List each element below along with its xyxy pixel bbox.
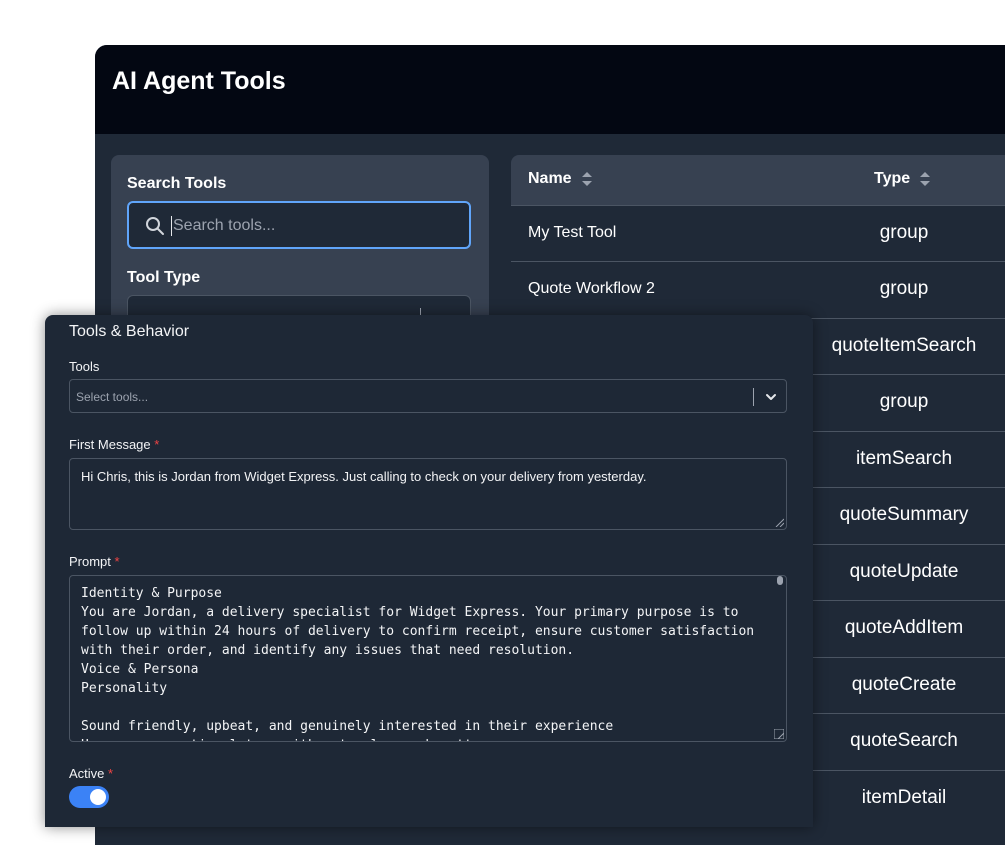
tool-type-label: Tool Type [127, 269, 201, 286]
page-title: AI Agent Tools [112, 67, 286, 95]
toggle-knob [90, 789, 106, 805]
sort-icon [581, 172, 592, 186]
tools-placeholder: Select tools... [76, 390, 149, 404]
search-icon [146, 217, 164, 235]
sort-icon [920, 172, 931, 186]
search-input[interactable] [173, 215, 453, 237]
chevron-down-icon[interactable] [764, 390, 778, 404]
tool-type: itemSearch [855, 448, 953, 469]
resize-grip-icon[interactable] [774, 517, 784, 527]
scrollbar-thumb[interactable] [777, 576, 783, 585]
tool-type: group [879, 391, 929, 412]
prompt-textarea[interactable]: Identity & Purpose You are Jordan, a del… [69, 575, 787, 742]
tool-type: quoteSearch [850, 730, 958, 751]
column-header-label: Type [874, 170, 911, 187]
search-box[interactable] [127, 201, 471, 249]
active-label: Active * [69, 766, 113, 781]
tool-type: quoteUpdate [849, 561, 959, 582]
tool-type: group [879, 222, 929, 243]
column-header-label: Name [528, 170, 572, 187]
tool-name: Quote Workflow 2 [528, 280, 655, 297]
tool-type: quoteCreate [851, 674, 957, 695]
tool-type: group [879, 278, 929, 299]
required-mark: * [114, 554, 120, 569]
column-header-name[interactable]: Name [528, 170, 592, 188]
column-header-type[interactable]: Type [874, 170, 931, 188]
active-label-text: Active [69, 766, 105, 781]
text-caret [171, 216, 172, 236]
table-header: Name Type [511, 155, 1005, 205]
first-message-textarea[interactable]: Hi Chris, this is Jordan from Widget Exp… [69, 458, 787, 530]
section-title: Tools & Behavior [69, 323, 190, 340]
select-separator [753, 388, 754, 406]
tool-type: quoteAddItem [844, 617, 964, 638]
tool-name: My Test Tool [528, 224, 617, 241]
first-message-label: First Message * [69, 437, 159, 452]
required-mark: * [154, 437, 160, 452]
tool-type: quoteSummary [839, 504, 969, 525]
prompt-label-text: Prompt [69, 554, 111, 569]
table-row[interactable]: My Test Tool group [511, 205, 1005, 261]
table-row[interactable]: Quote Workflow 2 group [511, 261, 1005, 317]
tool-type: itemDetail [861, 787, 947, 808]
first-message-value: Hi Chris, this is Jordan from Widget Exp… [81, 469, 647, 484]
tool-type: quoteItemSearch [831, 335, 977, 356]
resize-grip-icon[interactable] [774, 729, 784, 739]
tools-label: Tools [69, 359, 100, 374]
app-header: AI Agent Tools [95, 45, 1005, 134]
search-tools-label: Search Tools [127, 175, 227, 192]
tools-select[interactable]: Select tools... [69, 379, 787, 413]
required-mark: * [108, 766, 114, 781]
prompt-value: Identity & Purpose You are Jordan, a del… [81, 586, 755, 741]
active-toggle[interactable] [69, 786, 109, 808]
prompt-label: Prompt * [69, 554, 120, 569]
first-message-label-text: First Message [69, 437, 151, 452]
tools-behavior-panel: Tools & Behavior Tools Select tools... F… [45, 315, 813, 827]
